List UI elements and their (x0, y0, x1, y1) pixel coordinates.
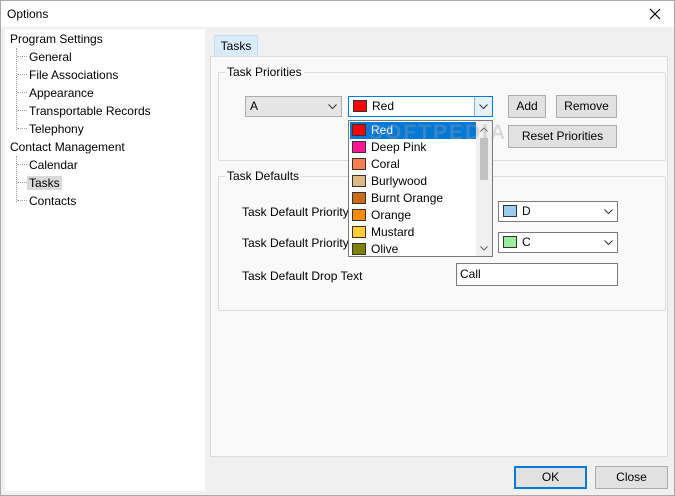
chevron-down-icon (599, 233, 617, 252)
tree-item-contact-management[interactable]: Contact Management (8, 138, 127, 156)
color-dropdown-list: Red Deep Pink Coral Burlywood Burnt Oran… (348, 120, 493, 257)
tree-item-file-associations[interactable]: File Associations (27, 66, 120, 84)
scroll-down-icon[interactable] (476, 240, 492, 256)
chevron-down-icon (599, 202, 617, 221)
reset-priorities-button[interactable]: Reset Priorities (508, 125, 617, 148)
tree-item-tasks[interactable]: Tasks (27, 174, 62, 192)
color-swatch (352, 157, 366, 170)
priority-letter-select[interactable]: A (245, 96, 342, 117)
ok-button[interactable]: OK (514, 466, 587, 489)
remove-button[interactable]: Remove (556, 95, 617, 118)
dropdown-item-burnt-orange[interactable]: Burnt Orange (350, 190, 477, 207)
chevron-down-icon (474, 97, 492, 116)
color-swatch (503, 204, 517, 217)
settings-tree: Program Settings General File Associatio… (5, 29, 205, 491)
color-swatch (353, 99, 367, 112)
dropdown-item-red[interactable]: Red (350, 122, 477, 139)
default-priority-label-2: Task Default Priority (242, 236, 349, 250)
dropdown-item-olive[interactable]: Olive (350, 241, 477, 256)
title-bar: Options (1, 1, 674, 27)
color-swatch (352, 225, 366, 238)
color-swatch (352, 208, 366, 221)
default-drop-text-input[interactable]: Call (456, 263, 618, 286)
tree-item-calendar[interactable]: Calendar (27, 156, 80, 174)
scroll-up-icon[interactable] (476, 121, 492, 137)
close-icon (649, 8, 661, 20)
close-window-button[interactable] (640, 2, 670, 26)
color-swatch (352, 242, 366, 255)
scrollbar-thumb[interactable] (480, 138, 488, 180)
window-title: Options (7, 7, 49, 21)
color-swatch (352, 140, 366, 153)
color-swatch (352, 191, 366, 204)
default-drop-text-label: Task Default Drop Text (242, 269, 363, 283)
tree-item-transportable-records[interactable]: Transportable Records (27, 102, 153, 120)
dropdown-item-coral[interactable]: Coral (350, 156, 477, 173)
tree-item-appearance[interactable]: Appearance (27, 84, 96, 102)
tree-item-general[interactable]: General (27, 48, 74, 66)
tree-item-telephony[interactable]: Telephony (27, 120, 86, 138)
dropdown-item-deep-pink[interactable]: Deep Pink (350, 139, 477, 156)
chevron-down-icon (323, 97, 341, 116)
color-swatch (503, 235, 517, 248)
tab-tasks[interactable]: Tasks (214, 35, 258, 56)
task-priorities-title: Task Priorities (225, 65, 304, 79)
close-button[interactable]: Close (595, 466, 668, 489)
default-priority-select-2[interactable]: C (498, 232, 618, 253)
color-swatch (352, 174, 366, 187)
dropdown-scrollbar[interactable] (476, 121, 492, 256)
dropdown-item-orange[interactable]: Orange (350, 207, 477, 224)
tree-item-program-settings[interactable]: Program Settings (8, 30, 105, 48)
options-window: Options Program Settings General File As… (0, 0, 675, 496)
priority-color-select[interactable]: Red (348, 96, 493, 117)
dropdown-item-mustard[interactable]: Mustard (350, 224, 477, 241)
color-swatch (352, 123, 366, 136)
add-button[interactable]: Add (508, 95, 546, 118)
tree-item-contacts[interactable]: Contacts (27, 192, 78, 210)
default-priority-label-1: Task Default Priority (242, 205, 349, 219)
default-priority-select-1[interactable]: D (498, 201, 618, 222)
dropdown-item-burlywood[interactable]: Burlywood (350, 173, 477, 190)
task-defaults-title: Task Defaults (225, 169, 302, 183)
